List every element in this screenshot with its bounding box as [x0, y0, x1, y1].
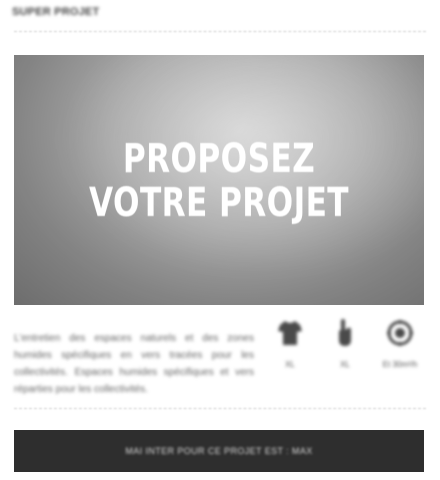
- cog-icon: [386, 318, 414, 348]
- spec-label-size: XL: [285, 360, 295, 369]
- hero-banner[interactable]: PROPOSEZ VOTRE PROJET: [14, 55, 424, 305]
- project-cta-label: MAI INTER POUR CE PROJET EST : MAX: [125, 446, 313, 456]
- spec-item-grip: XL: [325, 318, 365, 369]
- hero-headline-line1: PROPOSEZ: [122, 136, 316, 182]
- project-cta-button[interactable]: MAI INTER POUR CE PROJET EST : MAX: [14, 430, 424, 472]
- spec-label-rate: Et 30m²/h: [382, 360, 418, 369]
- spec-item-rate: Et 30m²/h: [375, 318, 425, 369]
- top-divider: [14, 31, 426, 33]
- project-description: L'entretien des espaces naturels et des …: [14, 333, 254, 395]
- hero-headline: PROPOSEZ VOTRE PROJET: [59, 137, 379, 225]
- hero-headline-line2: VOTRE PROJET: [89, 180, 349, 226]
- hand-icon: [331, 318, 359, 348]
- section-title: SUPER PROJET: [12, 6, 100, 18]
- spec-label-grip: XL: [340, 360, 350, 369]
- spec-item-size: XL: [270, 318, 310, 369]
- spec-icons: XL XL Et 30m²/h: [270, 318, 430, 378]
- mid-divider: [14, 408, 426, 410]
- tshirt-icon: [276, 318, 304, 348]
